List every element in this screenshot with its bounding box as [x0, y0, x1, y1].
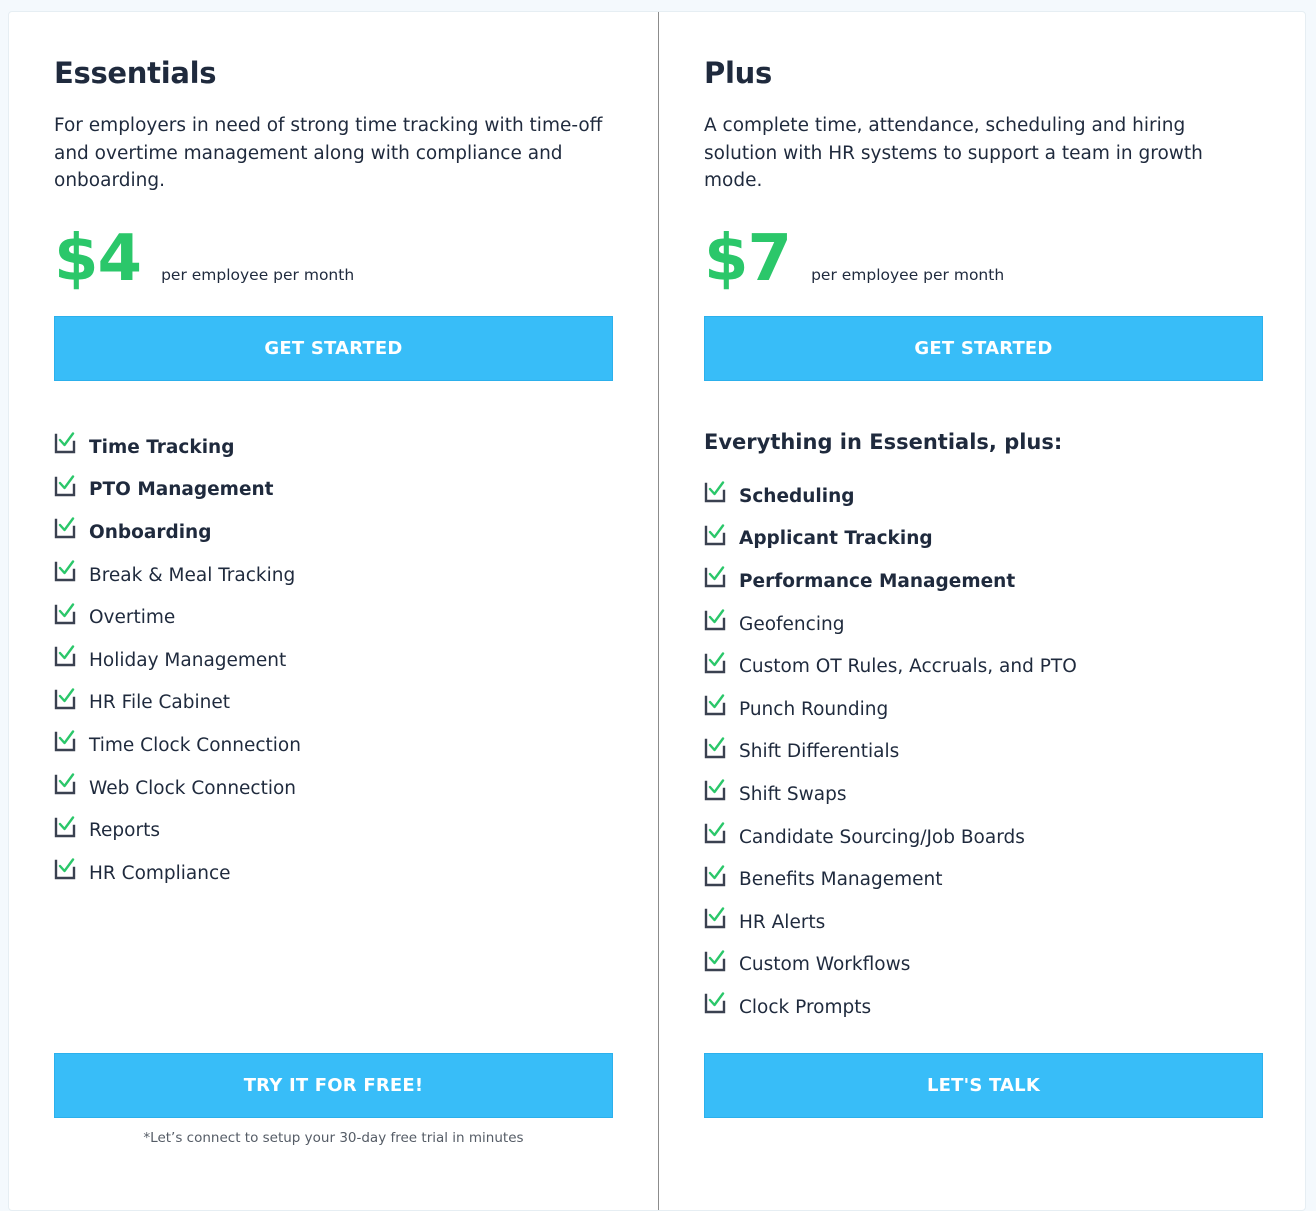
- feature-label: Benefits Management: [739, 869, 943, 891]
- feature-item: HR Compliance: [54, 852, 301, 895]
- free-trial-footnote: *Let’s connect to setup your 30-day free…: [143, 1130, 524, 1146]
- checkbox-checked-icon: [54, 730, 76, 752]
- price-unit: per employee per month: [811, 266, 1005, 284]
- checkbox-checked-icon: [704, 992, 726, 1014]
- checkbox-checked-icon: [704, 566, 726, 588]
- feature-label: HR File Cabinet: [89, 692, 230, 714]
- feature-item: Shift Differentials: [704, 731, 1077, 774]
- feature-item: Time Tracking: [54, 426, 301, 469]
- checkbox-checked-icon: [54, 645, 76, 667]
- checkbox-checked-icon: [704, 907, 726, 929]
- checkbox-checked-icon: [54, 560, 76, 582]
- checkbox-checked-icon: [704, 737, 726, 759]
- checkbox-checked-icon: [704, 651, 726, 674]
- checkbox-checked-icon: [704, 864, 726, 887]
- feature-item: Custom OT Rules, Accruals, and PTO: [704, 645, 1077, 688]
- feature-label: Time Tracking: [89, 436, 235, 458]
- plan-plus: Plus A complete time, attendance, schedu…: [704, 12, 1263, 1210]
- feature-label: Geofencing: [739, 613, 845, 635]
- checkbox-checked-icon: [54, 815, 76, 838]
- price-row: $7 per employee per month: [704, 224, 1004, 294]
- features-heading: Everything in Essentials, plus:: [704, 430, 1063, 454]
- feature-item: Break & Meal Tracking: [54, 554, 301, 597]
- get-started-button[interactable]: GET STARTED: [54, 316, 613, 381]
- plan-description: For employers in need of strong time tra…: [54, 115, 603, 191]
- price-row: $4 per employee per month: [54, 224, 354, 294]
- feature-item: Applicant Tracking: [704, 518, 1077, 561]
- feature-item: Punch Rounding: [704, 688, 1077, 731]
- plan-price: $7: [704, 222, 792, 296]
- checkbox-checked-icon: [704, 524, 726, 546]
- checkbox-checked-icon: [54, 475, 76, 497]
- feature-label: Holiday Management: [89, 649, 287, 671]
- feature-item: HR File Cabinet: [54, 682, 301, 725]
- feature-label: Punch Rounding: [739, 698, 889, 720]
- feature-item: Geofencing: [704, 603, 1077, 646]
- feature-item: Candidate Sourcing/Job Boards: [704, 816, 1077, 859]
- feature-label: HR Alerts: [739, 911, 826, 933]
- feature-label: Scheduling: [739, 485, 855, 507]
- feature-label: Overtime: [89, 607, 176, 629]
- lets-talk-button[interactable]: LET'S TALK: [704, 1053, 1263, 1118]
- feature-label: Time Clock Connection: [89, 734, 301, 756]
- feature-item: Overtime: [54, 596, 301, 639]
- feature-item: Time Clock Connection: [54, 724, 301, 767]
- feature-label: Web Clock Connection: [89, 777, 297, 799]
- checkbox-checked-icon: [704, 822, 726, 844]
- try-it-free-button[interactable]: TRY IT FOR FREE!: [54, 1053, 613, 1118]
- feature-item: Performance Management: [704, 560, 1077, 603]
- checkbox-checked-icon: [54, 773, 76, 795]
- feature-item: Custom Workflows: [704, 944, 1077, 987]
- checkbox-checked-icon: [704, 481, 726, 503]
- feature-label: Reports: [89, 820, 160, 842]
- checkbox-checked-icon: [54, 517, 76, 539]
- checkbox-checked-icon: [704, 779, 726, 801]
- checkbox-checked-icon: [54, 858, 76, 880]
- get-started-button[interactable]: GET STARTED: [704, 316, 1263, 381]
- feature-item: PTO Management: [54, 469, 301, 512]
- feature-item: Web Clock Connection: [54, 767, 301, 810]
- feature-label: Shift Swaps: [739, 783, 847, 805]
- feature-item: Scheduling: [704, 475, 1077, 518]
- checkbox-checked-icon: [704, 950, 726, 972]
- checkbox-checked-icon: [54, 602, 76, 625]
- plan-essentials: Essentials For employers in need of stro…: [54, 12, 613, 1210]
- feature-item: HR Alerts: [704, 901, 1077, 944]
- feature-label: Custom OT Rules, Accruals, and PTO: [739, 656, 1077, 678]
- feature-label: Break & Meal Tracking: [89, 564, 296, 586]
- feature-item: Reports: [54, 809, 301, 852]
- checkbox-checked-icon: [54, 688, 76, 710]
- price-unit: per employee per month: [161, 266, 355, 284]
- feature-item: Benefits Management: [704, 858, 1077, 901]
- feature-label: PTO Management: [89, 479, 274, 501]
- feature-label: Candidate Sourcing/Job Boards: [739, 826, 1025, 848]
- feature-item: Shift Swaps: [704, 773, 1077, 816]
- plan-title: Essentials: [54, 56, 217, 90]
- feature-label: Custom Workflows: [739, 954, 911, 976]
- pricing-card: Essentials For employers in need of stro…: [8, 11, 1306, 1211]
- checkbox-checked-icon: [54, 432, 76, 454]
- column-divider: [658, 12, 659, 1210]
- plan-price: $4: [54, 222, 142, 296]
- feature-list: Scheduling Applicant Tracking Performance …: [704, 475, 1077, 1029]
- checkbox-checked-icon: [704, 694, 726, 716]
- feature-label: HR Compliance: [89, 862, 231, 884]
- feature-list: Time Tracking PTO Management Onboarding Bre…: [54, 426, 301, 895]
- feature-label: Performance Management: [739, 570, 1016, 592]
- plan-title: Plus: [704, 56, 772, 90]
- feature-label: Shift Differentials: [739, 741, 900, 763]
- feature-label: Applicant Tracking: [739, 528, 933, 550]
- feature-label: Clock Prompts: [739, 996, 872, 1018]
- plan-description: A complete time, attendance, scheduling …: [704, 115, 1203, 191]
- feature-item: Onboarding: [54, 511, 301, 554]
- feature-label: Onboarding: [89, 521, 212, 543]
- checkbox-checked-icon: [704, 609, 726, 631]
- feature-item: Clock Prompts: [704, 986, 1077, 1029]
- feature-item: Holiday Management: [54, 639, 301, 682]
